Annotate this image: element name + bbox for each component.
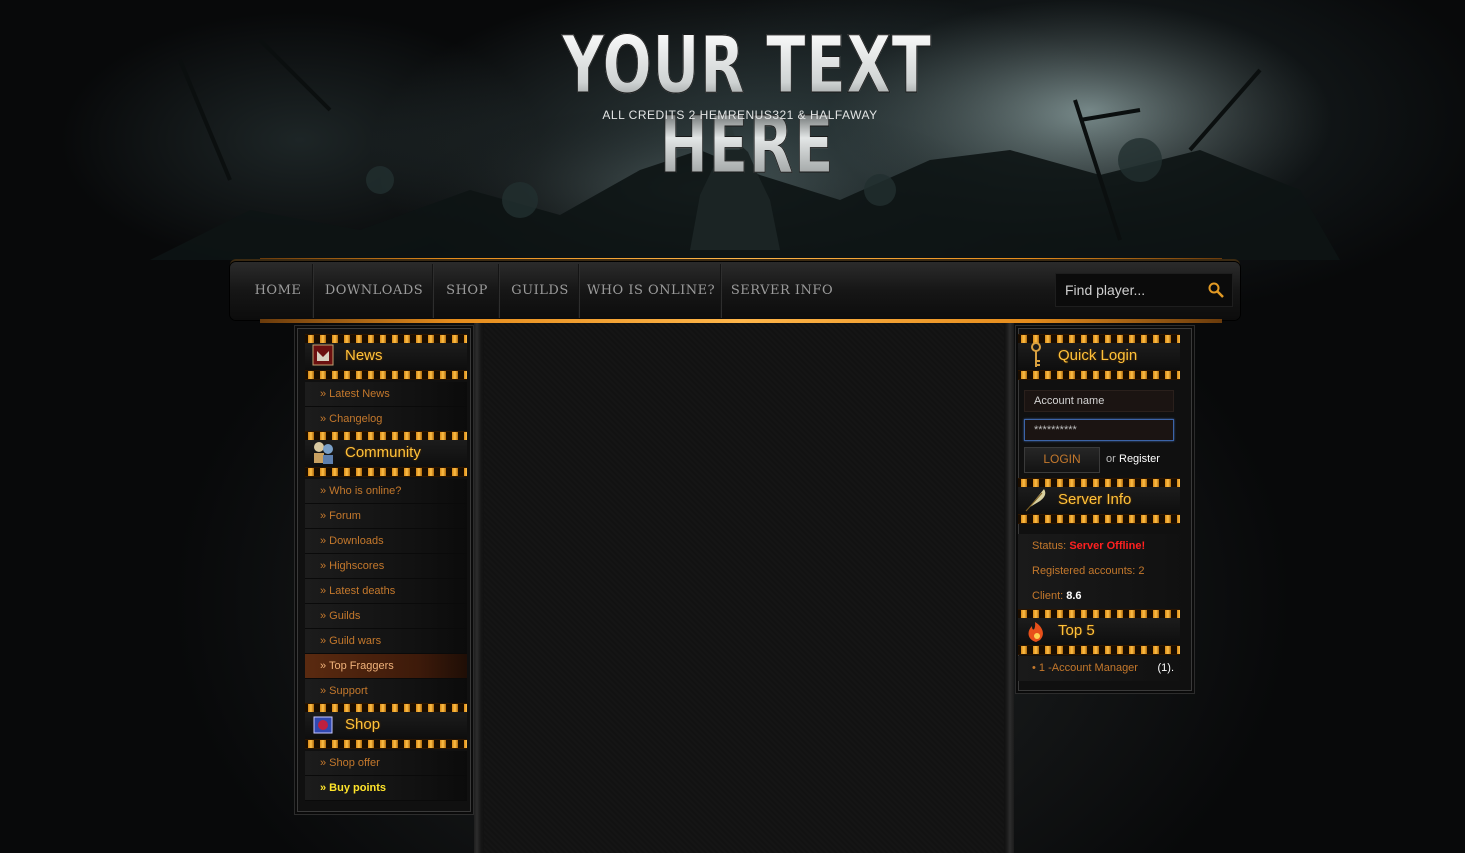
community-title: Community <box>345 444 421 461</box>
server-status-row: Status: Server Offline! <box>1018 534 1190 559</box>
nav-home[interactable]: HOME <box>246 275 310 307</box>
fire-icon <box>1028 622 1043 642</box>
top5-score: (1). <box>1157 662 1175 674</box>
nav-downloads[interactable]: DOWNLOADS <box>318 275 430 307</box>
shop-header: Shop <box>305 703 467 749</box>
server-info-header: Server Info <box>1018 478 1180 524</box>
news-icon <box>312 344 334 366</box>
news-title: News <box>345 347 383 364</box>
nav-who-is-online[interactable]: WHO IS ONLINE? <box>584 275 718 307</box>
community-icon <box>314 442 333 464</box>
credits-text: ALL CREDITS 2 HEMRENUS321 & HALFAWAY <box>602 108 878 122</box>
nav-separator <box>432 264 434 318</box>
nav-separator <box>498 264 500 318</box>
status-label: Status: <box>1032 540 1067 552</box>
menu-highscores[interactable]: » Highscores <box>305 554 467 579</box>
nav-shop[interactable]: SHOP <box>438 275 496 307</box>
menu-latest-news[interactable]: » Latest News <box>305 382 467 407</box>
menu-who-is-online[interactable]: » Who is online? <box>305 479 467 504</box>
feather-icon <box>1025 489 1046 512</box>
main-content-area <box>484 323 1004 853</box>
shop-title: Shop <box>345 716 381 733</box>
nav-guilds[interactable]: GUILDS <box>504 275 576 307</box>
header-body: Quick Login <box>1018 342 1180 370</box>
client-row: Client: 8.6 <box>1018 584 1190 609</box>
menu-top-fraggers[interactable]: » Top Fraggers <box>305 654 467 679</box>
menu-support[interactable]: » Support <box>305 679 467 704</box>
gold-strip <box>305 739 467 749</box>
header-body: Top 5 <box>1018 618 1180 645</box>
client-value: 8.6 <box>1066 590 1082 602</box>
key-icon <box>1031 342 1041 367</box>
top5-player-name[interactable]: • 1 -Account Manager <box>1032 662 1138 674</box>
menu-guilds[interactable]: » Guilds <box>305 604 467 629</box>
password-input[interactable] <box>1024 419 1174 441</box>
top5-row[interactable]: • 1 -Account Manager (1). <box>1018 656 1190 681</box>
menu-shop-offer[interactable]: » Shop offer <box>305 751 467 776</box>
gold-strip <box>1018 645 1180 655</box>
header-body: News <box>305 343 467 370</box>
menu-changelog[interactable]: » Changelog <box>305 407 467 432</box>
header-body: Community <box>305 440 467 467</box>
server-info-title: Server Info <box>1058 491 1132 508</box>
registered-accounts: Registered accounts: 2 <box>1032 565 1145 577</box>
top5-title: Top 5 <box>1058 622 1095 639</box>
header-body: Server Info <box>1018 487 1180 514</box>
registered-accounts-row: Registered accounts: 2 <box>1018 559 1190 584</box>
gold-strip <box>1018 370 1180 380</box>
register-link[interactable]: Register <box>1119 453 1160 465</box>
gold-strip <box>305 467 467 477</box>
nav-separator <box>720 264 722 318</box>
top5-header: Top 5 <box>1018 609 1180 655</box>
community-header: Community <box>305 431 467 477</box>
menu-downloads[interactable]: » Downloads <box>305 529 467 554</box>
nav-server-info[interactable]: SERVER INFO <box>726 275 838 307</box>
gold-strip <box>305 370 467 380</box>
or-text: or <box>1106 453 1116 465</box>
menu-forum[interactable]: » Forum <box>305 504 467 529</box>
shop-icon <box>313 716 333 734</box>
client-label: Client: <box>1032 590 1064 602</box>
quick-login-header: Quick Login <box>1018 334 1180 380</box>
player-search <box>1055 273 1233 307</box>
search-input[interactable] <box>1056 274 1196 306</box>
account-name-input[interactable] <box>1024 390 1174 412</box>
gold-strip <box>1018 514 1180 524</box>
menu-buy-points[interactable]: » Buy points <box>305 776 467 801</box>
main-content <box>474 323 1014 853</box>
header-body: Shop <box>305 712 467 739</box>
nav-separator <box>578 264 580 318</box>
nav-separator <box>312 264 314 318</box>
menu-latest-deaths[interactable]: » Latest deaths <box>305 579 467 604</box>
search-icon[interactable] <box>1208 282 1224 298</box>
menu-guild-wars[interactable]: » Guild wars <box>305 629 467 654</box>
site-logo: YOUR TEXT HERE <box>512 26 982 187</box>
login-button[interactable]: LOGIN <box>1024 447 1100 473</box>
quick-login-title: Quick Login <box>1058 347 1138 364</box>
status-value: Server Offline! <box>1069 540 1146 552</box>
news-header: News <box>305 334 467 380</box>
